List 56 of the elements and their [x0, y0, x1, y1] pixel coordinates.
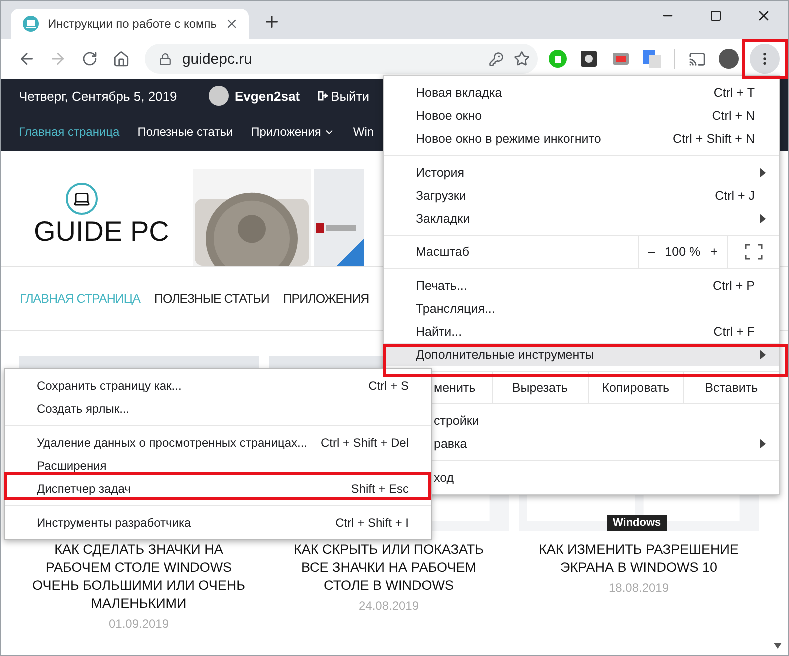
submenu-arrow-icon — [759, 350, 767, 360]
edit-button[interactable]: Копировать — [588, 372, 684, 403]
submenu-arrow-icon — [759, 168, 767, 178]
menu-item[interactable]: Новое окно в режиме инкогнито Ctrl + Shift + N — [384, 127, 779, 150]
star-icon[interactable] — [514, 51, 530, 67]
article-date: 01.09.2019 — [108, 617, 170, 631]
menu-icon[interactable] — [750, 44, 780, 74]
site-icon — [23, 16, 39, 32]
article-date: 24.08.2019 — [358, 599, 420, 613]
username[interactable]: Evgen2sat — [235, 88, 300, 104]
menu-item[interactable]: Новое окно Ctrl + N — [384, 104, 779, 127]
zoom-value: 100 % — [665, 245, 701, 259]
menu-item[interactable]: Трансляция... — [384, 297, 779, 320]
logout-link[interactable]: Выйти — [318, 88, 370, 104]
zoom-in-button[interactable]: + — [702, 243, 726, 261]
logout-icon — [318, 91, 328, 101]
laptop-icon — [66, 183, 98, 215]
menu-item[interactable]: Удаление данных о просмотренных страницах... Ctrl + Shift + Del — [5, 431, 431, 454]
menu-item[interactable]: Печать... Ctrl + P — [384, 274, 779, 297]
avatar-icon — [209, 86, 229, 106]
menu-item[interactable]: Найти... Ctrl + F — [384, 320, 779, 343]
article-title[interactable]: КАК ИЗМЕНИТЬ РАЗРЕШЕНИЕ ЭКРАНА В WINDOWS 10 — [530, 541, 748, 577]
nav-link[interactable]: Полезные статьи — [138, 125, 234, 139]
lock-icon — [159, 52, 172, 66]
logo[interactable]: GUIDE PC — [34, 215, 170, 249]
highlight-frame — [742, 39, 788, 79]
nav-link[interactable]: Win — [353, 125, 374, 139]
submenu-arrow-icon — [759, 214, 767, 224]
zoom-out-button[interactable]: – — [640, 243, 664, 261]
menu-item[interactable]: Инструменты разработчика Ctrl + Shift + I — [5, 511, 431, 534]
key-icon[interactable] — [488, 52, 504, 66]
menu-item[interactable]: Загрузки Ctrl + J — [384, 184, 779, 207]
menu-item[interactable]: Закладки — [384, 207, 779, 230]
new-tab-icon[interactable] — [263, 13, 281, 31]
nav-link[interactable]: Приложения — [251, 125, 336, 139]
edit-button[interactable]: Вставить — [683, 372, 779, 403]
url-text: guidepc.ru — [182, 50, 254, 68]
article-date: 18.08.2019 — [608, 581, 670, 595]
address-bar[interactable]: guidepc.ru — [145, 44, 538, 74]
scroll-down-icon[interactable] — [774, 643, 782, 649]
menu-item[interactable]: История — [384, 161, 779, 184]
submenu-arrow-icon — [759, 438, 767, 448]
menu-item-label: Масштаб — [384, 236, 640, 268]
date-text: Четверг, Сентябрь 5, 2019 — [19, 88, 178, 104]
article-title[interactable]: КАК СДЕЛАТЬ ЗНАЧКИ НА РАБОЧЕМ СТОЛЕ WINDOWS ОЧЕНЬ БОЛЬШИМИ ИЛИ ОЧЕНЬ МАЛЕНЬКИМИ — [30, 541, 248, 613]
article-title[interactable]: КАК СКРЫТЬ ИЛИ ПОКАЗАТЬ ВСЕ ЗНАЧКИ НА РАБОЧЕМ СТОЛЕ В WINDOWS — [280, 541, 498, 595]
close-icon[interactable] — [225, 17, 239, 31]
edit-button[interactable]: Вырезать — [492, 372, 588, 403]
nav-link[interactable]: Главная страница — [19, 125, 120, 139]
category-badge[interactable]: Windows — [607, 515, 668, 531]
menu-item[interactable]: Создать ярлык... — [5, 397, 431, 420]
menu-link[interactable]: ПОЛЕЗНЫЕ СТАТЬИ — [154, 292, 270, 306]
menu-item[interactable]: Сохранить страницу как... Ctrl + S — [5, 374, 431, 397]
menu-item[interactable]: Новая вкладка Ctrl + T — [384, 81, 779, 104]
fullscreen-icon — [744, 244, 763, 260]
menu-link[interactable]: ПРИЛОЖЕНИЯ — [283, 292, 370, 306]
